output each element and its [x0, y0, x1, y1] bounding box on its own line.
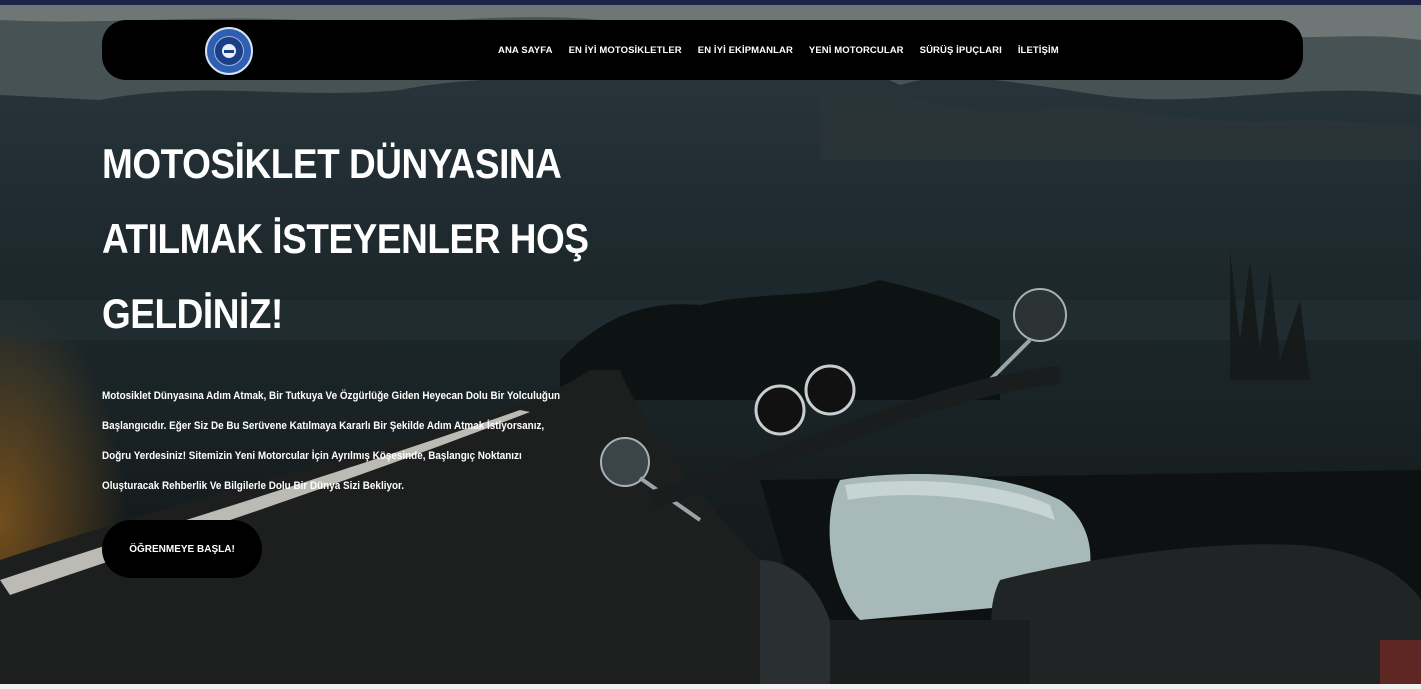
- bottom-edge: [0, 684, 1421, 689]
- nav-item-en-iyi-ekipmanlar[interactable]: EN İYİ EKİPMANLAR: [698, 45, 793, 56]
- start-learning-button[interactable]: ÖĞRENMEYE BAŞLA!: [102, 520, 262, 578]
- nav-item-yeni-motorcular[interactable]: YENİ MOTORCULAR: [809, 45, 904, 56]
- top-edge: [0, 0, 1421, 5]
- nav-item-iletisim[interactable]: İLETİŞİM: [1018, 45, 1059, 56]
- club-logo-icon[interactable]: [205, 27, 253, 75]
- rider-helmet-icon: [222, 44, 236, 58]
- hero-description: Motosiklet Dünyasına Adım Atmak, Bir Tut…: [102, 390, 561, 492]
- hero-headline: MOTOSİKLET DÜNYASINA ATILMAK İSTEYENLER …: [102, 140, 589, 337]
- nav-item-en-iyi-motosikletler[interactable]: EN İYİ MOTOSİKLETLER: [569, 45, 682, 56]
- nav-menu: ANA SAYFA EN İYİ MOTOSİKLETLER EN İYİ EK…: [498, 20, 1059, 80]
- logo-emblem: [214, 36, 244, 66]
- nav-item-surus-ipuclari[interactable]: SÜRÜŞ İPUÇLARI: [920, 45, 1002, 56]
- nav-item-ana-sayfa[interactable]: ANA SAYFA: [498, 45, 553, 56]
- top-navbar: ANA SAYFA EN İYİ MOTOSİKLETLER EN İYİ EK…: [102, 20, 1303, 80]
